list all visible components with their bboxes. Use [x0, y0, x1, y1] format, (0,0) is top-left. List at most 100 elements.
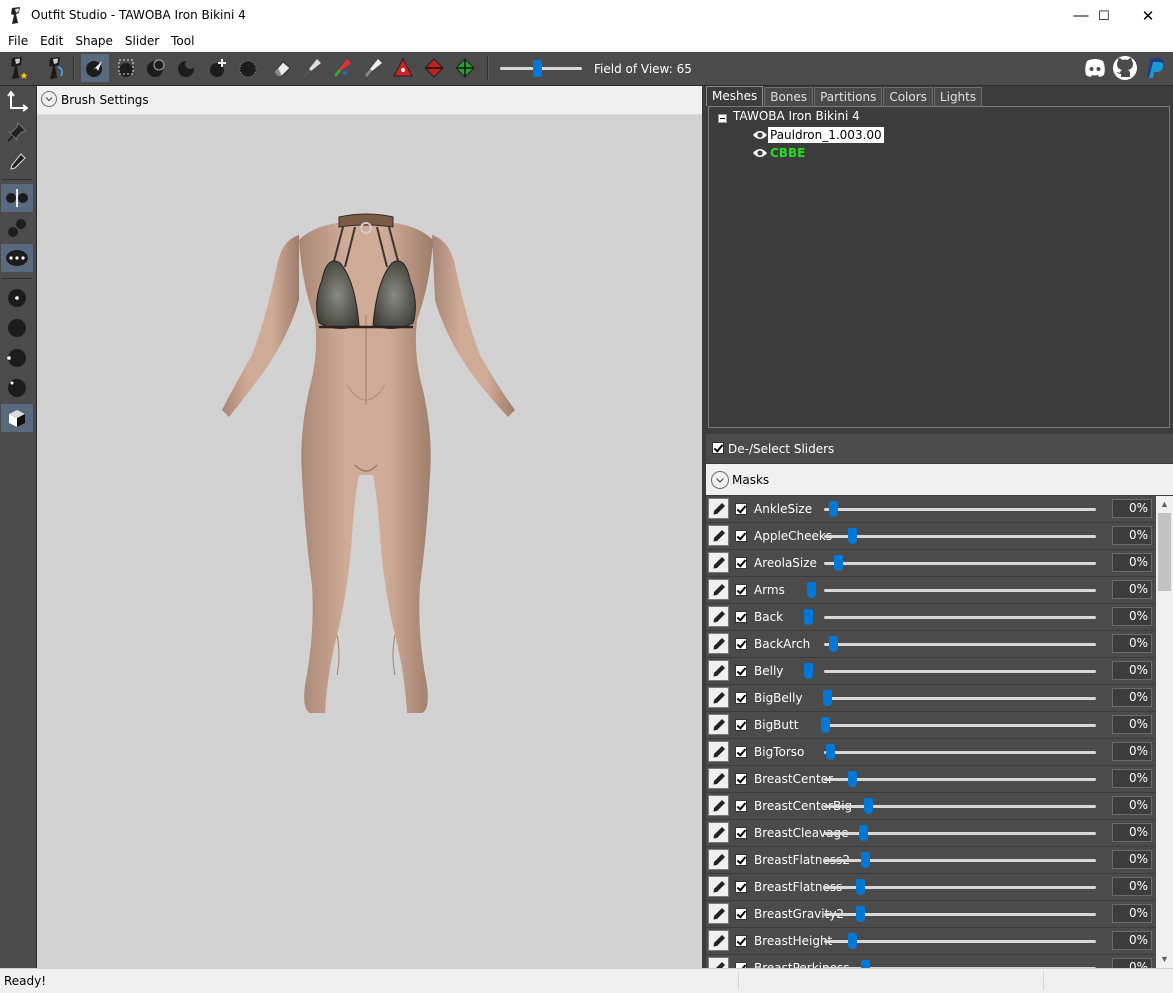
- slider-checkbox[interactable]: [735, 881, 747, 893]
- edit-slider-pencil-icon[interactable]: [708, 903, 729, 924]
- transform-tool-button[interactable]: [1, 88, 33, 116]
- toggle-texture-button[interactable]: [1, 374, 33, 402]
- slider-checkbox[interactable]: [735, 611, 747, 623]
- slider-track[interactable]: [824, 616, 1096, 619]
- slider-checkbox[interactable]: [735, 800, 747, 812]
- tree-item-label[interactable]: Pauldron_1.003.00: [768, 127, 884, 143]
- slider-value-field[interactable]: 0%: [1112, 796, 1152, 815]
- menu-tool[interactable]: Tool: [165, 31, 200, 51]
- slider-value-field[interactable]: 0%: [1112, 823, 1152, 842]
- slider-thumb[interactable]: [823, 690, 832, 706]
- edit-slider-pencil-icon[interactable]: [708, 795, 729, 816]
- slider-checkbox[interactable]: [735, 935, 747, 947]
- slider-value-field[interactable]: 0%: [1112, 499, 1152, 518]
- transform-box-button[interactable]: [112, 54, 140, 82]
- slider-thumb[interactable]: [864, 798, 873, 814]
- show-wireframe-button[interactable]: [1, 314, 33, 342]
- edit-slider-pencil-icon[interactable]: [708, 552, 729, 573]
- slider-value-field[interactable]: 0%: [1112, 607, 1152, 626]
- slider-track[interactable]: [824, 589, 1096, 592]
- slider-thumb[interactable]: [826, 744, 835, 760]
- deselect-sliders-checkbox[interactable]: [712, 442, 724, 454]
- slider-value-field[interactable]: 0%: [1112, 688, 1152, 707]
- tab-meshes[interactable]: Meshes: [706, 86, 764, 106]
- toggle-cube-button[interactable]: [1, 404, 33, 432]
- eye-icon[interactable]: [752, 129, 768, 141]
- slider-checkbox[interactable]: [735, 665, 747, 677]
- tab-colors[interactable]: Colors: [883, 87, 933, 106]
- slider-checkbox[interactable]: [735, 827, 747, 839]
- edit-slider-pencil-icon[interactable]: [708, 876, 729, 897]
- slider-checkbox[interactable]: [735, 908, 747, 920]
- slider-value-field[interactable]: 0%: [1112, 877, 1152, 896]
- 3d-viewport[interactable]: [37, 115, 702, 968]
- discord-icon[interactable]: [1082, 55, 1108, 81]
- flip-edge-button[interactable]: [420, 54, 448, 82]
- slider-thumb[interactable]: [829, 501, 838, 517]
- slider-thumb[interactable]: [807, 582, 816, 598]
- vertex-edit-button[interactable]: [1, 148, 33, 176]
- tab-bones[interactable]: Bones: [764, 87, 814, 106]
- slider-checkbox[interactable]: [735, 530, 747, 542]
- edit-slider-pencil-icon[interactable]: [708, 768, 729, 789]
- weight-brush-button[interactable]: [298, 54, 326, 82]
- slider-checkbox[interactable]: [735, 773, 747, 785]
- pivot-tool-button[interactable]: [1, 118, 33, 146]
- scroll-down-icon[interactable]: ▼: [1156, 951, 1173, 968]
- slider-checkbox[interactable]: [735, 584, 747, 596]
- edit-slider-pencil-icon[interactable]: [708, 687, 729, 708]
- slider-value-field[interactable]: 0%: [1112, 769, 1152, 788]
- alpha-brush-button[interactable]: [359, 54, 387, 82]
- slider-list-scrollbar[interactable]: ▲ ▼: [1156, 496, 1173, 968]
- smooth-brush-button[interactable]: [234, 54, 262, 82]
- slider-track[interactable]: [824, 643, 1096, 646]
- brush-settings-bar[interactable]: Brush Settings: [37, 86, 702, 115]
- slider-checkbox[interactable]: [735, 719, 747, 731]
- slider-checkbox[interactable]: [735, 854, 747, 866]
- slider-track[interactable]: [824, 724, 1096, 727]
- github-icon[interactable]: [1112, 55, 1138, 81]
- edit-slider-pencil-icon[interactable]: [708, 741, 729, 762]
- slider-thumb[interactable]: [848, 771, 857, 787]
- mesh-tree[interactable]: TAWOBA Iron Bikini 4 Pauldron_1.003.00 C…: [708, 106, 1170, 428]
- undiff-brush-button[interactable]: [268, 54, 296, 82]
- slider-track[interactable]: [824, 562, 1096, 565]
- slider-value-field[interactable]: 0%: [1112, 715, 1152, 734]
- slider-thumb[interactable]: [848, 933, 857, 949]
- edit-slider-pencil-icon[interactable]: [708, 606, 729, 627]
- edit-slider-pencil-icon[interactable]: [708, 849, 729, 870]
- slider-value-field[interactable]: 0%: [1112, 958, 1152, 968]
- maximize-button[interactable]: ☐: [1081, 0, 1127, 31]
- slider-checkbox[interactable]: [735, 746, 747, 758]
- menu-edit[interactable]: Edit: [34, 31, 69, 51]
- chevron-down-icon[interactable]: [41, 91, 57, 107]
- slider-thumb[interactable]: [821, 717, 830, 733]
- slider-thumb[interactable]: [861, 852, 870, 868]
- collapse-toggle-icon[interactable]: [718, 114, 727, 123]
- slider-thumb[interactable]: [829, 636, 838, 652]
- close-button[interactable]: ✕: [1125, 0, 1171, 31]
- load-project-button[interactable]: [42, 54, 70, 82]
- slider-value-field[interactable]: 0%: [1112, 742, 1152, 761]
- inflate-brush-button[interactable]: [142, 54, 170, 82]
- menu-slider[interactable]: Slider: [119, 31, 165, 51]
- slider-thumb[interactable]: [856, 906, 865, 922]
- mirror-y-button[interactable]: [1, 214, 33, 242]
- slider-track[interactable]: [824, 670, 1096, 673]
- slider-value-field[interactable]: 0%: [1112, 904, 1152, 923]
- slider-thumb[interactable]: [859, 825, 868, 841]
- slider-thumb[interactable]: [804, 609, 813, 625]
- slider-value-field[interactable]: 0%: [1112, 850, 1152, 869]
- tab-lights[interactable]: Lights: [933, 87, 983, 106]
- tree-item-label[interactable]: CBBE: [768, 145, 807, 161]
- edit-slider-pencil-icon[interactable]: [708, 957, 729, 968]
- tab-partitions[interactable]: Partitions: [814, 87, 883, 106]
- slider-thumb[interactable]: [861, 960, 870, 968]
- slider-checkbox[interactable]: [735, 692, 747, 704]
- menu-shape[interactable]: Shape: [69, 31, 119, 51]
- color-brush-button[interactable]: [328, 54, 356, 82]
- collapse-vertex-button[interactable]: [389, 54, 417, 82]
- edit-slider-pencil-icon[interactable]: [708, 579, 729, 600]
- slider-track[interactable]: [824, 697, 1096, 700]
- tree-root-label[interactable]: TAWOBA Iron Bikini 4: [733, 109, 860, 123]
